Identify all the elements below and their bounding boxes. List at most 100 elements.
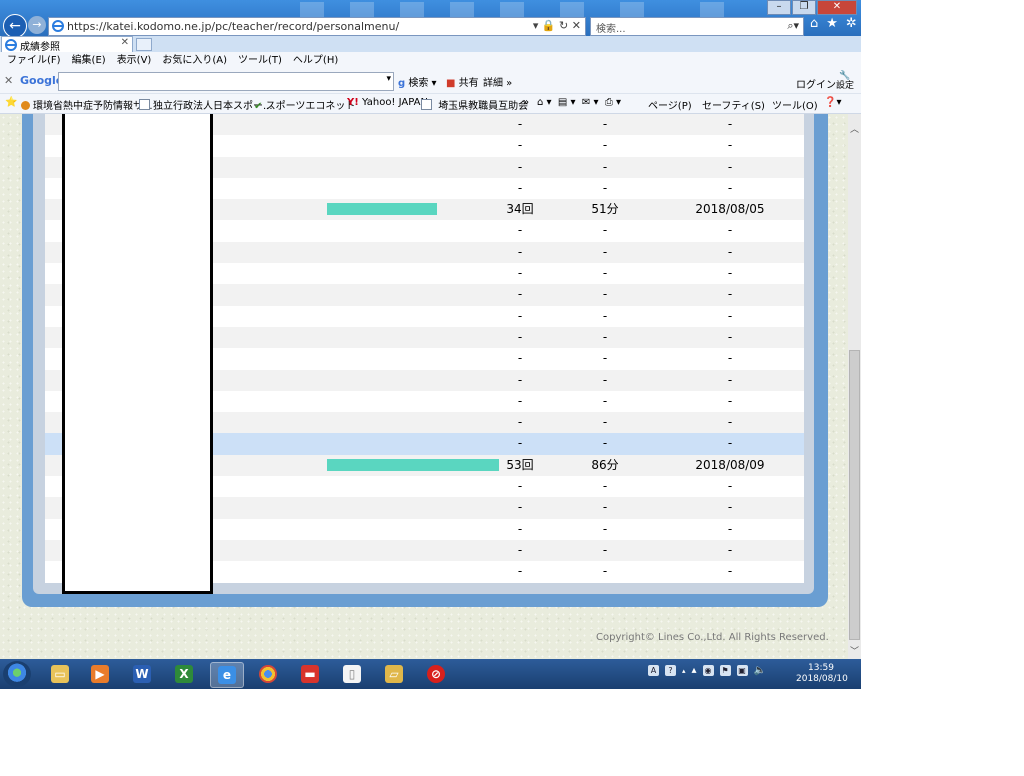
close-toolbar-icon[interactable]: ✕ [4, 74, 13, 87]
safety-menu[interactable]: セーフティ(S) [702, 97, 765, 112]
media-player-icon[interactable]: ▶ [84, 662, 116, 686]
chrome-icon[interactable] [252, 662, 284, 686]
help-tray-icon[interactable]: ? [665, 665, 676, 676]
address-controls[interactable]: ▾ 🔒 ↻ ✕ [533, 19, 581, 32]
minutes-cell: - [602, 223, 608, 238]
date-cell: - [727, 180, 733, 195]
count-cell: - [517, 479, 523, 494]
folder-icon[interactable]: ▱ [378, 662, 410, 686]
ime-icon[interactable]: A [648, 665, 659, 676]
page-content: - - - - - - - - - - - - 34回 51分 2018/08/05 - - - - - - - - - - - -… [0, 114, 848, 659]
page-icon [421, 99, 432, 110]
google-search-label: 検索 [408, 78, 429, 89]
system-tray: A ? ▴ ▴ ◉ ⚑ ▣ 🔈 [648, 665, 766, 676]
gear-icon[interactable]: ✲ [846, 16, 857, 31]
vertical-scrollbar[interactable]: ︿ ﹀ [848, 114, 861, 659]
date-cell: 2018/08/09 [695, 457, 765, 472]
chevron-more-icon[interactable]: » [523, 97, 529, 108]
home-icon[interactable]: ⌂ [810, 16, 818, 31]
menu-file[interactable]: ファイル(F) [7, 52, 61, 69]
count-cell: - [517, 351, 523, 366]
minutes-cell: - [602, 117, 608, 131]
ime-mode-icon[interactable]: ▴ [682, 667, 686, 675]
page-menu[interactable]: ページ(P) [648, 97, 692, 112]
tab-active[interactable]: 成績参照 ✕ [1, 36, 133, 53]
trend-micro-icon[interactable]: ⊘ [420, 662, 452, 686]
address-bar[interactable]: https://katei.kodomo.ne.jp/pc/teacher/re… [48, 17, 586, 36]
forward-button[interactable]: → [28, 16, 46, 34]
show-hidden-icons[interactable]: ▴ [692, 665, 697, 676]
menu-edit[interactable]: 編集(E) [72, 52, 106, 69]
minutes-cell: - [602, 351, 608, 366]
back-button[interactable]: ← [3, 14, 27, 38]
login-button[interactable]: ログイン [796, 76, 836, 91]
date-cell: - [727, 329, 733, 344]
favorite-link[interactable]: ✔ スポーツエコネット [254, 97, 355, 112]
volume-icon[interactable]: 🔈 [754, 665, 766, 676]
browser-search-box[interactable]: 検索... ⌕▾ [590, 17, 804, 36]
date-cell: - [727, 415, 733, 430]
close-tab-icon[interactable]: ✕ [121, 37, 129, 48]
count-cell: - [517, 564, 523, 579]
action-center-icon[interactable]: ⚑ [719, 665, 731, 676]
scroll-down-icon[interactable]: ﹀ [848, 644, 861, 657]
date-cell: 2018/08/05 [695, 202, 765, 217]
favorite-link[interactable]: 環境省熱中症予防情報サ... [21, 97, 153, 112]
google-icon: g [398, 78, 406, 89]
help-icon[interactable]: ❓▾ [824, 97, 841, 108]
count-cell: - [517, 117, 523, 131]
favorites-star-icon[interactable]: ⭐ [5, 97, 17, 108]
window-controls: – ❐ ✕ [767, 0, 857, 15]
date-cell: - [727, 159, 733, 174]
date-cell: - [727, 223, 733, 238]
close-icon[interactable]: ✕ [817, 0, 857, 15]
excel-icon[interactable]: X [168, 662, 200, 686]
favorite-link[interactable]: 埼玉県教職員互助会 [421, 97, 528, 112]
restore-icon[interactable]: ❐ [792, 0, 816, 15]
more-button[interactable]: 詳細 » [483, 74, 512, 89]
favorite-link[interactable]: Y! Yahoo! JAPAN [347, 97, 428, 108]
command-icons[interactable]: ⌂ ▾ ▤ ▾ ✉ ▾ ⎙ ▾ [537, 97, 621, 108]
new-tab-button[interactable] [136, 38, 152, 51]
date-cell: - [727, 287, 733, 302]
tools-menu[interactable]: ツール(O) [772, 97, 818, 112]
menu-view[interactable]: 表示(V) [117, 52, 152, 69]
clock[interactable]: 13:59 2018/08/10 [796, 663, 848, 685]
ie-icon [52, 20, 64, 32]
date-cell: - [727, 138, 733, 153]
minutes-cell: - [602, 393, 608, 408]
menu-tools[interactable]: ツール(T) [238, 52, 282, 69]
google-search-input[interactable]: ▾ [58, 72, 394, 91]
internet-explorer-icon[interactable]: e [210, 662, 244, 688]
explorer-icon[interactable]: ▭ [44, 662, 76, 686]
count-cell: - [517, 138, 523, 153]
minutes-cell: - [602, 180, 608, 195]
date-cell: - [727, 372, 733, 387]
date-cell: - [727, 351, 733, 366]
star-icon[interactable]: ★ [826, 16, 838, 31]
minutes-cell: - [602, 266, 608, 281]
document-icon[interactable]: ▯ [336, 662, 368, 686]
ie-icon [5, 39, 17, 51]
share-icon: ■ [446, 78, 456, 89]
menu-bar: ファイル(F) 編集(E) 表示(V) お気に入り(A) ツール(T) ヘルプ(… [0, 52, 861, 69]
google-search-button[interactable]: g 検索 ▾ [398, 74, 437, 89]
settings-button[interactable]: 🔧 設定 [836, 71, 854, 91]
search-icon[interactable]: ⌕▾ [787, 19, 799, 33]
favorite-label: スポーツエコネット [265, 101, 356, 112]
menu-help[interactable]: ヘルプ(H) [293, 52, 338, 69]
share-button[interactable]: ■ 共有 [446, 74, 479, 89]
date-cell: - [727, 564, 733, 579]
favorite-link[interactable]: 独立行政法人日本スポー... [139, 97, 273, 112]
minimize-icon[interactable]: – [767, 0, 791, 15]
display-icon[interactable]: ▣ [736, 665, 748, 676]
scroll-up-icon[interactable]: ︿ [848, 122, 861, 135]
minutes-cell: - [602, 479, 608, 494]
scroll-thumb[interactable] [849, 350, 860, 640]
network-icon[interactable]: ◉ [702, 665, 714, 676]
word-icon[interactable]: W [126, 662, 158, 686]
menu-favorites[interactable]: お気に入り(A) [162, 52, 227, 69]
app-red-icon[interactable]: ▬ [294, 662, 326, 686]
dropdown-icon[interactable]: ▾ [386, 74, 391, 84]
start-button[interactable] [3, 661, 31, 687]
